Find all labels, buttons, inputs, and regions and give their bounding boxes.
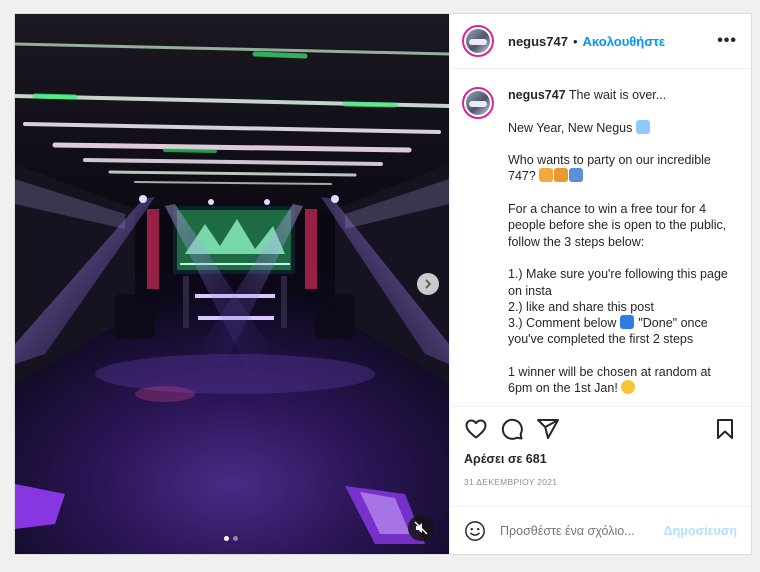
post-side-panel: negus747 • Ακολουθήστε ••• negus747 The … [449,14,751,554]
post-actions: Αρέσει σε 681 31 ΔΕΚΕΜΒΡΙΟΥ 2021 [450,406,751,506]
party-face-emoji-icon [621,380,636,395]
action-icon-row [464,415,737,443]
raising-hand-emoji-icon [539,168,554,183]
publish-button[interactable]: Δημοσίευση [664,524,737,538]
raising-hand-emoji-icon [569,168,584,183]
caption-text: 2.) like and share this post [508,299,654,314]
likes-count[interactable]: Αρέσει σε 681 [464,452,547,466]
avatar-image [466,29,490,53]
airplane-emoji-icon [635,119,650,134]
post-header: negus747 • Ακολουθήστε ••• [450,14,751,69]
separator-dot: • [572,33,578,49]
down-arrow-emoji-icon [619,315,634,330]
caption-section: negus747 The wait is over... New Year, N… [450,69,751,406]
more-options-button[interactable]: ••• [717,32,737,50]
caption-text: 1.) Make sure you're following this page… [508,267,728,298]
volume-muted-icon [414,521,428,535]
mute-toggle-button[interactable] [408,515,434,541]
bookmark-icon[interactable] [713,417,737,441]
share-icon[interactable] [536,417,560,441]
carousel-next-button[interactable] [417,273,439,295]
post-date[interactable]: 31 ΔΕΚΕΜΒΡΙΟΥ 2021 [464,477,557,487]
comment-icon[interactable] [500,417,524,441]
follow-button[interactable]: Ακολουθήστε [583,34,666,49]
carousel-dot-active [224,536,229,541]
caption-username-link[interactable]: negus747 [508,88,566,102]
username-link[interactable]: negus747 [508,34,568,49]
caption-text: The wait is over... [568,88,667,102]
post-video[interactable] [15,14,449,554]
caption-avatar[interactable] [462,87,494,119]
raising-hand-emoji-icon [554,168,569,183]
chevron-right-icon [425,279,431,289]
avatar[interactable] [462,25,494,57]
comment-input[interactable] [500,523,640,538]
avatar-image [466,91,490,115]
carousel-dot [233,536,238,541]
post-caption: negus747 The wait is over... New Year, N… [508,87,734,406]
comment-bar: Δημοσίευση [450,506,751,554]
caption-text: 1 winner will be chosen at random at 6pm… [508,365,711,396]
carousel-indicator [224,536,238,541]
smiley-icon[interactable] [464,520,486,542]
caption-text: New Year, New Negus [508,120,633,135]
caption-text: For a chance to win a free tour for 4 pe… [508,202,727,249]
heart-icon[interactable] [464,417,488,441]
video-frame-image [15,14,449,554]
post-dialog: negus747 • Ακολουθήστε ••• negus747 The … [14,13,752,555]
caption-text: 3.) Comment below [508,316,617,331]
